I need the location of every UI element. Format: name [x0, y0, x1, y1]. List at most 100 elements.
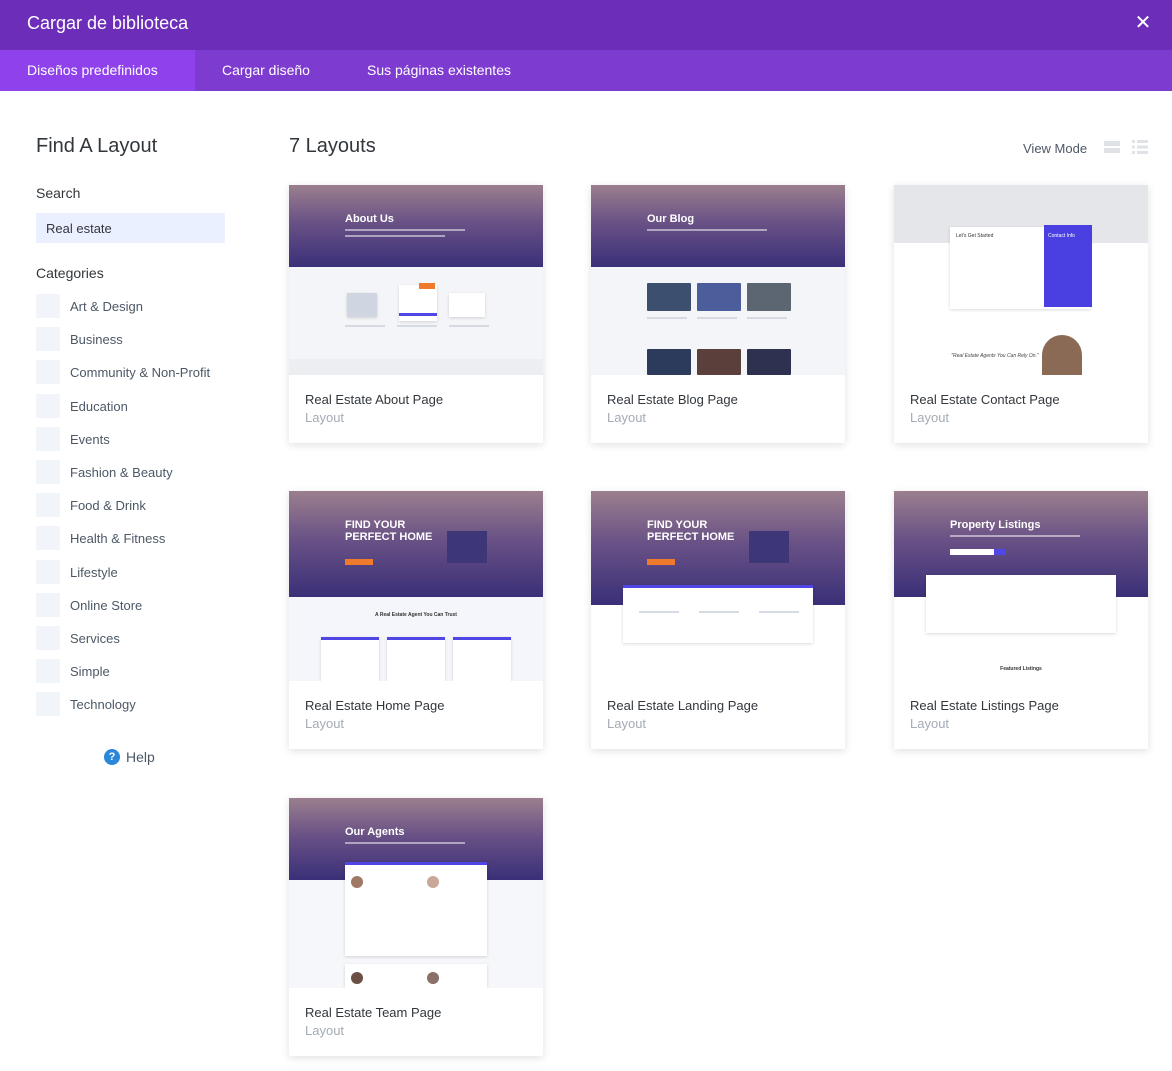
tab-predefined-layouts[interactable]: Diseños predefinidos — [0, 50, 195, 91]
checkbox[interactable] — [36, 460, 60, 484]
thumb-button — [647, 559, 675, 565]
category-label: Simple — [70, 663, 110, 679]
category-events[interactable]: Events — [36, 427, 110, 451]
category-label: Technology — [70, 696, 136, 712]
checkbox[interactable] — [36, 692, 60, 716]
checkbox[interactable] — [36, 560, 60, 584]
thumb-photo — [647, 349, 691, 375]
category-simple[interactable]: Simple — [36, 659, 110, 683]
thumb-agent-card — [345, 964, 487, 988]
category-label: Food & Drink — [70, 497, 146, 513]
modal-title: Cargar de biblioteca — [27, 13, 189, 33]
layout-name: Real Estate Landing Page — [607, 698, 759, 713]
category-health-fitness[interactable]: Health & Fitness — [36, 526, 165, 550]
checkbox[interactable] — [36, 327, 60, 351]
list-view-icon[interactable] — [1132, 139, 1148, 155]
category-lifestyle[interactable]: Lifestyle — [36, 560, 118, 584]
checkbox[interactable] — [36, 427, 60, 451]
thumb-avatar — [351, 876, 363, 888]
category-label: Fashion & Beauty — [70, 464, 173, 480]
layout-type: Layout — [305, 1023, 345, 1038]
thumb-button — [419, 283, 435, 289]
layout-card-home[interactable]: FIND YOUR PERFECT HOME A Real Estate Age… — [289, 491, 543, 749]
tab-existing-pages[interactable]: Sus páginas existentes — [340, 50, 538, 91]
thumb-avatar — [427, 972, 439, 984]
category-fashion-beauty[interactable]: Fashion & Beauty — [36, 460, 173, 484]
layout-type: Layout — [910, 410, 950, 425]
layout-card-about[interactable]: About Us Real Estate About Page Layout — [289, 185, 543, 443]
category-business[interactable]: Business — [36, 327, 123, 351]
layout-name: Real Estate Blog Page — [607, 392, 738, 407]
thumb-agent-box — [447, 531, 487, 563]
thumb-bar — [345, 862, 487, 865]
category-services[interactable]: Services — [36, 626, 120, 650]
thumb-hero — [591, 185, 845, 267]
category-label: Lifestyle — [70, 564, 118, 580]
checkbox[interactable] — [36, 394, 60, 418]
thumb-text-line — [449, 325, 489, 327]
category-food-drink[interactable]: Food & Drink — [36, 493, 146, 517]
checkbox[interactable] — [36, 360, 60, 384]
thumb-hero-title: About Us — [345, 213, 394, 225]
thumb-bar — [321, 637, 379, 640]
checkbox[interactable] — [36, 526, 60, 550]
thumb-photo — [647, 283, 691, 311]
checkbox[interactable] — [36, 593, 60, 617]
thumb-hero-title: Our Agents — [345, 826, 405, 838]
help-link[interactable]: ? Help — [104, 749, 155, 765]
layout-card-team[interactable]: Our Agents Real Estate Team Page Layout — [289, 798, 543, 1056]
layout-thumbnail: Property Listings Featured Listings — [894, 491, 1148, 681]
category-community[interactable]: Community & Non-Profit — [36, 360, 210, 384]
search-input[interactable] — [36, 213, 225, 243]
sidebar-title: Find A Layout — [36, 135, 158, 157]
thumb-text-line — [699, 611, 739, 613]
checkbox[interactable] — [36, 294, 60, 318]
grid-view-icon[interactable] — [1104, 139, 1120, 155]
category-online-store[interactable]: Online Store — [36, 593, 142, 617]
thumb-text-line — [647, 229, 767, 231]
thumb-photo — [747, 283, 791, 311]
thumb-agent-card — [345, 862, 487, 956]
search-label: Search — [36, 185, 81, 201]
thumb-text-line — [345, 325, 385, 327]
tab-bar: Diseños predefinidos Cargar diseño Sus p… — [0, 50, 1172, 91]
categories-label: Categories — [36, 265, 104, 281]
layout-card-blog[interactable]: Our Blog Real Estate Blog Page Layout — [591, 185, 845, 443]
layout-card-listings[interactable]: Property Listings Featured Listings Real… — [894, 491, 1148, 749]
thumb-text-line — [950, 535, 1080, 537]
thumb-text-line — [345, 229, 465, 231]
layout-type: Layout — [607, 716, 647, 731]
checkbox[interactable] — [36, 493, 60, 517]
thumb-graphic — [347, 293, 377, 317]
thumb-feature-card — [453, 637, 511, 681]
layout-thumbnail: FIND YOUR PERFECT HOME A Real Estate Age… — [289, 491, 543, 681]
thumb-quote: "Real Estate Agents You Can Rely On." — [951, 353, 1039, 359]
thumb-section-title: A Real Estate Agent You Can Trust — [375, 612, 457, 618]
thumb-text-line — [345, 842, 465, 844]
thumb-feature-panel — [623, 585, 813, 643]
layout-name: Real Estate Team Page — [305, 1005, 442, 1020]
close-icon[interactable]: ✕ — [1132, 12, 1154, 34]
tab-load-layout[interactable]: Cargar diseño — [195, 50, 337, 91]
layout-card-landing[interactable]: FIND YOUR PERFECT HOME Real Estate Landi… — [591, 491, 845, 749]
checkbox[interactable] — [36, 659, 60, 683]
category-label: Education — [70, 398, 128, 414]
thumb-info-title: Contact Info — [1048, 233, 1075, 239]
layout-card-contact[interactable]: Let's Get Started Contact Info "Real Est… — [894, 185, 1148, 443]
layout-name: Real Estate Listings Page — [910, 698, 1059, 713]
thumb-bar — [399, 313, 437, 316]
layout-thumbnail: Our Agents — [289, 798, 543, 988]
checkbox[interactable] — [36, 626, 60, 650]
thumb-text-line — [759, 611, 799, 613]
thumb-hero-title: FIND YOUR PERFECT HOME — [345, 519, 433, 543]
layout-type: Layout — [607, 410, 647, 425]
modal-header: Cargar de biblioteca ✕ — [0, 0, 1172, 50]
view-mode-label: View Mode — [1023, 141, 1088, 156]
thumb-portrait — [1042, 335, 1082, 375]
category-technology[interactable]: Technology — [36, 692, 136, 716]
thumb-photo — [747, 349, 791, 375]
question-icon: ? — [104, 749, 120, 765]
category-art-design[interactable]: Art & Design — [36, 294, 143, 318]
category-education[interactable]: Education — [36, 394, 128, 418]
thumb-agent-box — [749, 531, 789, 563]
